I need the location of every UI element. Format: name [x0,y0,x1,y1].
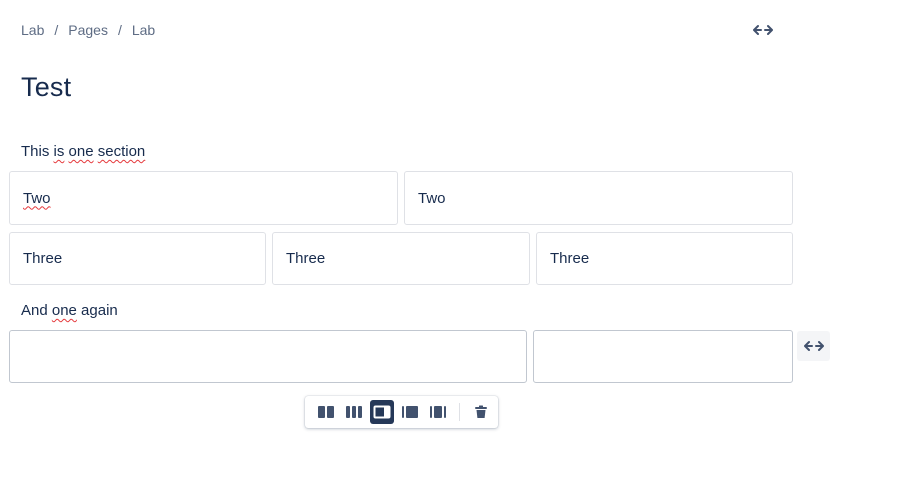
spellcheck-word: section [97,143,146,160]
text-fragment: And [21,302,52,319]
column-text: Two [23,189,51,207]
expand-horizontal-icon [753,25,773,35]
three-columns-with-sidebars-button[interactable] [426,400,450,424]
spellcheck-word: one [51,302,77,319]
layout-toolbar [305,396,498,428]
layout-column-three-2[interactable]: Three [272,232,530,285]
column-text: Two [418,189,446,207]
column-text: Three [23,250,63,267]
page-title[interactable]: Test [21,72,71,103]
trash-icon [475,405,487,418]
breadcrumb-item-lab-current[interactable]: Lab [132,22,155,38]
full-width-toggle-button[interactable] [750,20,776,40]
three-columns-button[interactable] [342,400,366,424]
breadcrumb-item-pages[interactable]: Pages [68,22,108,38]
breadcrumb: Lab / Pages / Lab [21,22,155,38]
breadcrumb-item-lab[interactable]: Lab [21,22,44,38]
text-fragment: This [21,143,54,160]
right-sidebar-button[interactable] [370,400,394,424]
layout-column-two-1[interactable]: Two [9,171,398,225]
text-fragment: again [76,302,118,319]
three-columns-with-sidebars-icon [430,406,446,418]
paragraph-again[interactable]: And one again [21,302,118,319]
column-text: Three [286,250,326,267]
toolbar-divider [459,403,460,421]
two-columns-button[interactable] [314,400,338,424]
layout-column-three-3[interactable]: Three [536,232,793,285]
column-text: Three [550,250,590,267]
layout-column-sidebar[interactable] [533,330,793,383]
three-columns-icon [346,406,362,418]
right-sidebar-icon [373,405,391,419]
breadcrumb-separator: / [117,22,122,38]
spellcheck-word: is [53,143,65,160]
paragraph-section-intro[interactable]: This is one section [21,143,145,160]
layout-column-main[interactable] [9,330,527,383]
breadcrumb-separator: / [54,22,59,38]
delete-layout-button[interactable] [469,400,493,424]
page: Lab / Pages / Lab Test This is one secti… [0,0,907,478]
layout-width-toggle-button[interactable] [797,331,830,361]
left-sidebar-icon [402,406,418,418]
layout-column-two-2[interactable]: Two [404,171,793,225]
spellcheck-word: one [68,143,94,160]
two-columns-icon [318,406,334,418]
left-sidebar-button[interactable] [398,400,422,424]
layout-column-three-1[interactable]: Three [9,232,266,285]
expand-horizontal-icon [803,341,824,351]
